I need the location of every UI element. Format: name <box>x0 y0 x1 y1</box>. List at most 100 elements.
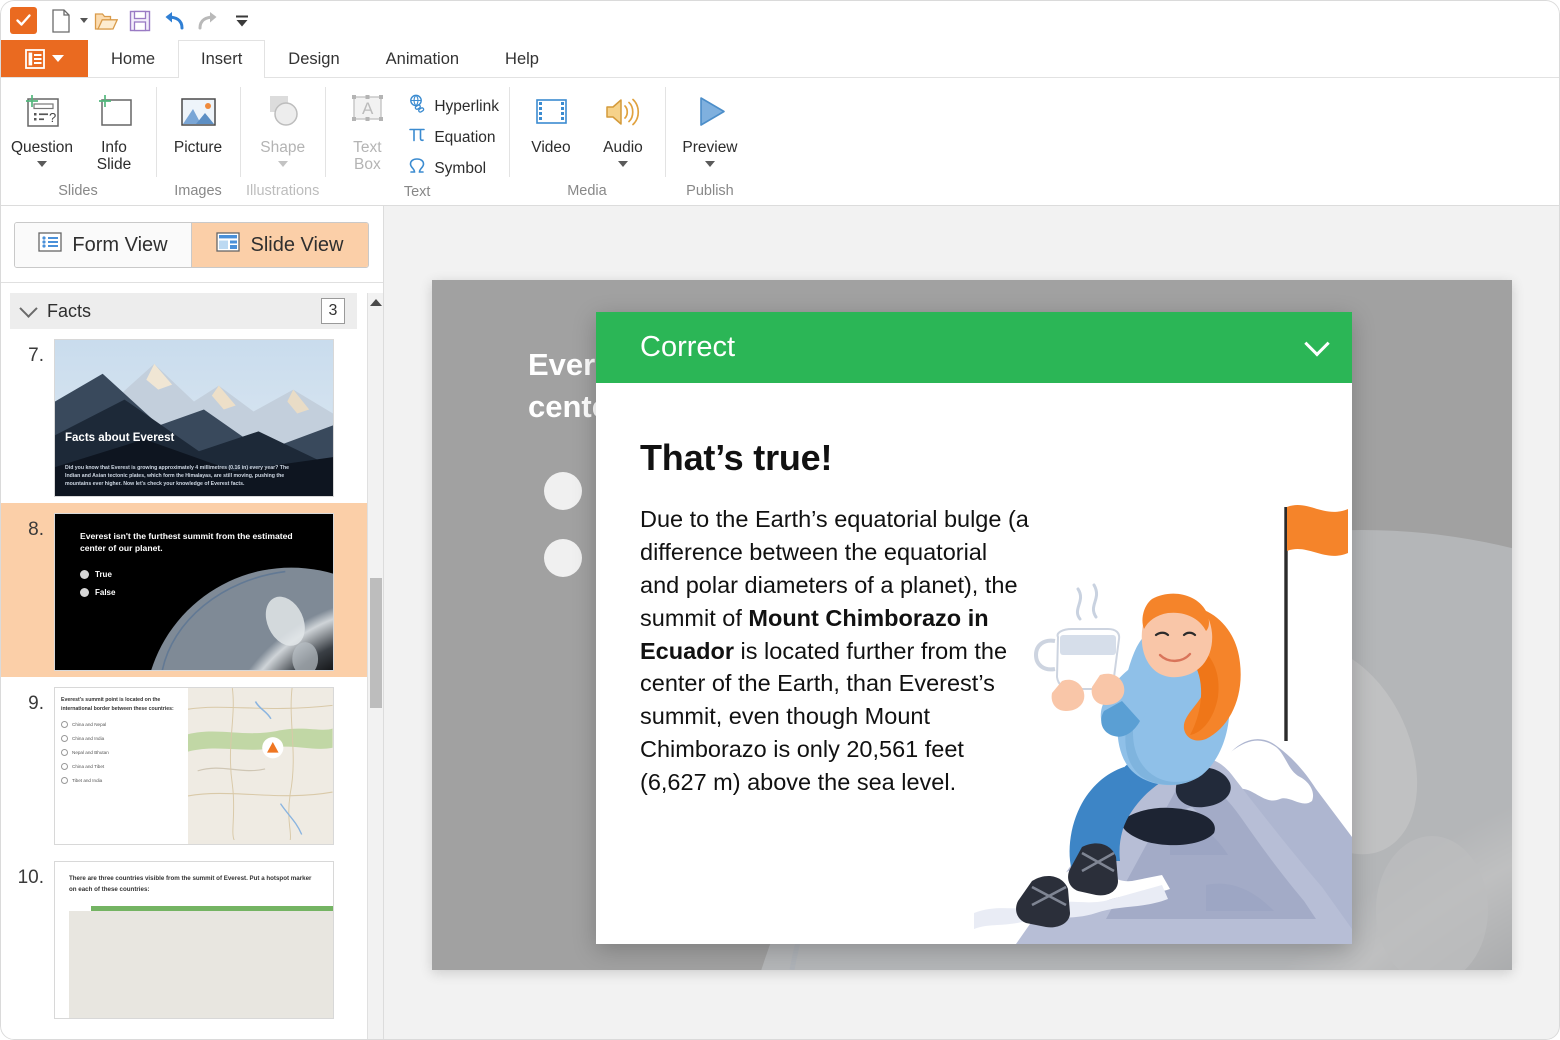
application-window: Home Insert Design Animation Help ? Ques… <box>0 0 1560 1040</box>
radio-icon <box>61 734 68 742</box>
slide-list: Facts 3 7. Facts about Everest Did you k… <box>0 283 383 1039</box>
chevron-down-icon[interactable] <box>19 298 38 318</box>
slide-thumbnail[interactable]: Everest's summit point is located on the… <box>54 687 334 845</box>
insert-audio-dropdown-caret[interactable] <box>617 161 628 168</box>
insert-info-slide-button[interactable]: Info Slide <box>78 86 150 177</box>
undo-button[interactable] <box>158 6 190 36</box>
list-item[interactable]: 9. Everest's summit point is located on … <box>0 677 367 851</box>
symbol-omega-icon <box>407 156 427 181</box>
open-file-button[interactable] <box>90 6 122 36</box>
slide-thumbnail[interactable]: Everest isn't the furthest summit from t… <box>54 513 334 671</box>
ribbon-group-text-label: Text <box>403 184 431 200</box>
radio-icon[interactable] <box>544 472 582 510</box>
slide-number: 10. <box>17 867 44 888</box>
insert-text-box-label: Text Box <box>353 139 382 174</box>
slide-thumb-option: True <box>95 570 112 579</box>
slides-scrollbar[interactable] <box>367 293 383 1039</box>
ribbon-group-illustrations: Shape Illustrations <box>240 78 325 205</box>
text-box-icon: A <box>343 89 391 137</box>
insert-hyperlink-label: Hyperlink <box>434 97 499 115</box>
preview-label: Preview <box>682 139 738 156</box>
customize-toolbar-button[interactable] <box>226 6 258 36</box>
radio-icon <box>80 588 89 597</box>
save-button[interactable] <box>124 6 156 36</box>
form-view-button[interactable]: Form View <box>15 223 191 267</box>
svg-text:A: A <box>362 99 374 118</box>
tab-insert[interactable]: Insert <box>178 40 266 78</box>
slide-thumb-option: China and India <box>72 735 105 741</box>
app-logo-checkmark[interactable] <box>10 7 37 34</box>
insert-video-button[interactable]: Video <box>515 86 587 159</box>
ribbon-content: ? Question Info Slide Slides Picture Ima… <box>0 78 1560 206</box>
preview-dropdown-caret[interactable] <box>704 161 715 168</box>
insert-question-button[interactable]: ? Question <box>6 86 78 170</box>
list-item[interactable]: 7. Facts about Everest Did you know that… <box>0 329 367 503</box>
radio-icon <box>61 748 68 756</box>
insert-question-dropdown-caret[interactable] <box>37 161 47 168</box>
slide-canvas: Everest isn't the furthest summit from t… <box>384 206 1560 1039</box>
radio-icon <box>61 776 68 784</box>
list-item[interactable]: 10. There are three countries visible fr… <box>0 851 367 1025</box>
slide-thumb-question: There are three countries visible from t… <box>69 875 312 893</box>
form-view-label: Form View <box>72 233 168 256</box>
feedback-header[interactable]: Correct <box>596 312 1352 383</box>
audio-speaker-icon <box>599 89 647 137</box>
slide-group-name: Facts <box>47 300 92 321</box>
insert-symbol-button[interactable]: Symbol <box>403 153 503 184</box>
slide-number: 8. <box>28 519 44 540</box>
insert-shape-dropdown-caret[interactable] <box>277 161 288 168</box>
scrollbar-thumb[interactable] <box>370 578 382 708</box>
slide-thumb-body: Did you know that Everest is growing app… <box>65 464 289 487</box>
slide-thumbnail[interactable]: Facts about Everest Did you know that Ev… <box>54 339 334 497</box>
slide-group-count: 3 <box>321 298 345 324</box>
ribbon-group-images-label: Images <box>174 183 222 199</box>
ribbon-group-media-label: Media <box>567 183 607 199</box>
insert-audio-button[interactable]: Audio <box>587 86 659 170</box>
tab-animation[interactable]: Animation <box>363 40 482 77</box>
insert-picture-button[interactable]: Picture <box>162 86 234 159</box>
view-toggle: Form View Slide View <box>14 222 369 268</box>
ribbon-group-text: A Text Box Hyperlink Equation Symbol Tex… <box>325 78 509 205</box>
slide-number: 9. <box>28 693 44 714</box>
shape-icon <box>259 89 307 137</box>
form-view-icon <box>38 232 63 258</box>
slide-thumb-option: China and Nepal <box>72 721 107 727</box>
new-document-button[interactable] <box>45 6 77 36</box>
ribbon-tabstrip: Home Insert Design Animation Help <box>0 40 1560 78</box>
slide-thumb-title: Facts about Everest <box>65 432 175 444</box>
new-document-dropdown-caret[interactable] <box>80 18 88 23</box>
scroll-up-arrow-icon <box>369 298 382 306</box>
tab-help[interactable]: Help <box>482 40 562 77</box>
slide-thumb-question: Everest isn't the furthest summit from t… <box>80 531 293 554</box>
insert-shape-label: Shape <box>260 139 306 156</box>
insert-audio-label: Audio <box>603 139 643 156</box>
question-slide-icon: ? <box>20 89 64 137</box>
insert-info-slide-label: Info Slide <box>96 139 132 174</box>
preview-play-icon <box>686 89 734 137</box>
tab-home[interactable]: Home <box>88 40 178 77</box>
radio-icon[interactable] <box>544 539 582 577</box>
preview-button[interactable]: Preview <box>671 86 749 170</box>
slide-stage[interactable]: Everest isn't the furthest summit from t… <box>432 280 1512 970</box>
list-item[interactable]: 8. Everest isn't the furthest summit fro… <box>0 503 367 677</box>
feedback-dialog[interactable]: Correct That’s true! Due to the Earth’s … <box>596 312 1352 944</box>
scroll-up-button[interactable] <box>368 293 383 311</box>
insert-video-label: Video <box>531 139 571 156</box>
radio-icon <box>80 570 89 579</box>
slide-thumbnail[interactable]: There are three countries visible from t… <box>54 861 334 1019</box>
ribbon-group-media: Video Audio Media <box>508 78 665 205</box>
insert-equation-button[interactable]: Equation <box>403 122 503 153</box>
tab-design[interactable]: Design <box>265 40 362 77</box>
file-menu-button[interactable] <box>0 40 88 77</box>
insert-text-box-button[interactable]: A Text Box <box>331 86 403 177</box>
slide-view-button[interactable]: Slide View <box>191 223 368 267</box>
chevron-down-icon[interactable] <box>1304 330 1330 356</box>
insert-shape-button[interactable]: Shape <box>247 86 319 170</box>
ribbon-group-illustrations-label: Illustrations <box>246 183 320 199</box>
slide-group-facts[interactable]: Facts 3 <box>10 293 357 329</box>
slide-thumb-option: Nepal and Bhutan <box>72 749 109 755</box>
redo-button[interactable] <box>192 6 224 36</box>
equation-pi-icon <box>407 125 427 150</box>
insert-hyperlink-button[interactable]: Hyperlink <box>403 91 503 122</box>
climber-on-summit-illustration <box>956 489 1352 944</box>
